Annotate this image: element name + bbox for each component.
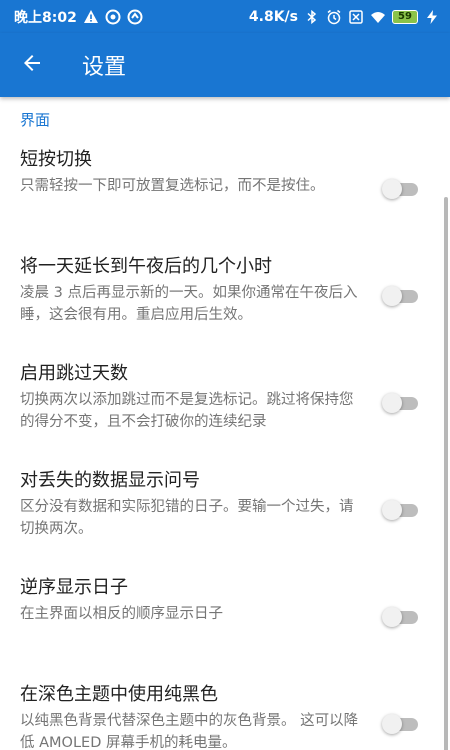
toggle-switch[interactable]: [382, 606, 418, 628]
section-header: 界面: [20, 111, 51, 129]
setting-description: 切换两次以添加跳过而不是复选标记。跳过将保持您的得分不变，且不会打破你的连续纪录: [20, 392, 354, 430]
scrollbar[interactable]: [444, 197, 448, 750]
toggle-thumb: [382, 392, 402, 413]
setting-description: 以纯黑色背景代替深色主题中的灰色背景。 这可以降低 AMOLED 屏幕手机的耗电…: [20, 713, 359, 750]
toggle-switch[interactable]: [382, 499, 418, 521]
toggle-thumb: [382, 713, 402, 734]
app-bar: 设置: [0, 33, 450, 97]
status-bar-right: 4.8K/s 59: [249, 9, 440, 25]
status-time: 晚上8:02: [14, 9, 77, 26]
setting-description: 在主界面以相反的顺序显示日子: [20, 606, 223, 622]
wifi-icon: [370, 9, 386, 25]
battery-icon: 59: [392, 9, 418, 24]
toggle-switch[interactable]: [382, 713, 418, 735]
bluetooth-icon: [304, 9, 320, 25]
setting-description: 凌晨 3 点后再显示新的一天。如果你通常在午夜后入睡，这会很有用。重启应用后生效…: [20, 285, 358, 323]
setting-title: 逆序显示日子: [20, 577, 128, 598]
setting-pure-black[interactable]: 在深色主题中使用纯黑色 以纯黑色背景代替深色主题中的灰色背景。 这可以降低 AM…: [0, 670, 450, 750]
setting-title: 在深色主题中使用纯黑色: [20, 684, 218, 705]
setting-question-marks[interactable]: 对丢失的数据显示问号 区分没有数据和实际犯错的日子。要输一个过失，请切换两次。: [0, 456, 450, 563]
toggle-switch[interactable]: [382, 178, 418, 200]
toggle-thumb: [382, 285, 402, 306]
app-icon: [105, 9, 121, 25]
warning-icon: [83, 9, 99, 25]
toggle-switch[interactable]: [382, 285, 418, 307]
settings-list[interactable]: 界面 短按切换 只需轻按一下即可放置复选标记，而不是按住。 将一天延长到午夜后的…: [0, 97, 450, 750]
toggle-switch[interactable]: [382, 392, 418, 414]
back-button[interactable]: [0, 33, 64, 97]
toggle-thumb: [382, 606, 402, 627]
setting-reverse-days[interactable]: 逆序显示日子 在主界面以相反的顺序显示日子: [0, 563, 450, 670]
setting-title: 将一天延长到午夜后的几个小时: [20, 256, 272, 277]
status-bar: 晚上8:02 4.8K/s 59: [0, 0, 450, 33]
toggle-thumb: [382, 499, 402, 520]
setting-skip-days[interactable]: 启用跳过天数 切换两次以添加跳过而不是复选标记。跳过将保持您的得分不变，且不会打…: [0, 349, 450, 456]
setting-title: 启用跳过天数: [20, 363, 128, 384]
setting-title: 对丢失的数据显示问号: [20, 470, 200, 491]
toggle-thumb: [382, 178, 402, 199]
setting-extend-day[interactable]: 将一天延长到午夜后的几个小时 凌晨 3 点后再显示新的一天。如果你通常在午夜后入…: [0, 242, 450, 349]
arrow-left-icon: [20, 51, 44, 79]
setting-description: 区分没有数据和实际犯错的日子。要输一个过失，请切换两次。: [20, 499, 354, 537]
network-speed: 4.8K/s: [248, 8, 298, 25]
status-bar-left: 晚上8:02: [14, 7, 143, 27]
page-title: 设置: [82, 55, 127, 80]
alarm-icon: [326, 9, 342, 25]
charging-icon: [424, 9, 440, 25]
setting-short-press-toggle[interactable]: 短按切换 只需轻按一下即可放置复选标记，而不是按住。: [0, 135, 450, 242]
setting-description: 只需轻按一下即可放置复选标记，而不是按住。: [20, 178, 325, 194]
setting-title: 短按切换: [20, 149, 92, 170]
app-icon: [127, 9, 143, 25]
sim-icon: [348, 9, 364, 25]
